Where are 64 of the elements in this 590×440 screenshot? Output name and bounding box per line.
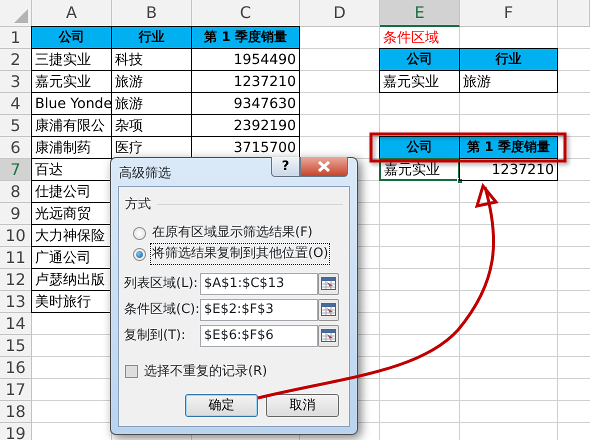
row-header[interactable]: 8	[0, 181, 32, 203]
column-heading-cell: 行业	[459, 48, 558, 71]
close-button[interactable]	[300, 157, 348, 177]
row-header[interactable]: 14	[0, 313, 32, 335]
checkbox[interactable]	[125, 364, 138, 378]
row-header[interactable]: 13	[0, 291, 32, 313]
row-header[interactable]: 5	[0, 115, 32, 137]
row-header[interactable]: 2	[0, 49, 32, 71]
field-label: 条件区域(C):	[124, 300, 200, 319]
table-cell: 1237210	[459, 158, 558, 181]
row-header[interactable]: 6	[0, 137, 32, 159]
range-picker-icon	[321, 277, 336, 290]
row-header[interactable]: 4	[0, 93, 32, 115]
radio-button[interactable]	[133, 248, 146, 260]
range-picker-button[interactable]	[318, 324, 339, 346]
ok-button[interactable]: 确定	[185, 394, 258, 417]
column-header[interactable]: D	[300, 0, 380, 27]
field-label: 列表区域(L):	[124, 274, 199, 293]
column-header[interactable]: E	[380, 0, 460, 27]
range-picker-icon	[321, 329, 336, 342]
row-header[interactable]: 15	[0, 335, 32, 357]
checkbox-label: 选择不重复的记录(R)	[143, 362, 268, 380]
group-label: 方式	[125, 196, 151, 214]
row-header[interactable]: 10	[0, 225, 32, 247]
range-picker-icon	[321, 303, 336, 316]
column-header[interactable]: A	[32, 0, 112, 27]
range-picker-button[interactable]	[318, 298, 339, 320]
sheet-note: 条件区域	[382, 29, 440, 48]
column-heading-cell: 公司	[31, 26, 112, 49]
column-header[interactable]: F	[460, 0, 558, 27]
row-header[interactable]: 9	[0, 203, 32, 225]
close-icon	[317, 161, 331, 172]
row-header[interactable]: 16	[0, 357, 32, 379]
row-header[interactable]: 1	[0, 27, 32, 49]
cancel-button[interactable]: 取消	[266, 394, 339, 417]
input-field[interactable]: $E$6:$F$6	[200, 324, 318, 346]
help-button[interactable]: ?	[271, 157, 300, 177]
row-header[interactable]: 11	[0, 247, 32, 269]
table-cell: 嘉元实业	[379, 70, 460, 93]
row-header[interactable]: 18	[0, 401, 32, 423]
input-field[interactable]: $E$2:$F$3	[200, 298, 318, 320]
input-field[interactable]: $A$1:$C$13	[200, 272, 318, 294]
row-header[interactable]: 17	[0, 379, 32, 401]
column-heading-cell: 第 1 季度销量	[191, 26, 300, 49]
dialog-title: 高级筛选	[119, 165, 171, 183]
radio-label[interactable]: 将筛选结果复制到其他位置(O)	[150, 243, 330, 265]
table-cell: 嘉元实业	[379, 158, 460, 181]
column-heading-cell: 行业	[111, 26, 192, 49]
row-header[interactable]: 3	[0, 71, 32, 93]
field-label: 复制到(T):	[124, 326, 186, 345]
column-heading-cell: 第 1 季度销量	[459, 136, 558, 159]
range-picker-button[interactable]	[318, 272, 339, 294]
column-header[interactable]: C	[192, 0, 300, 27]
column-header[interactable]: B	[112, 0, 192, 27]
column-heading-cell: 公司	[379, 136, 460, 159]
row-header[interactable]: 19	[0, 423, 32, 440]
triangle-icon	[14, 9, 28, 23]
row-header[interactable]: 7	[0, 159, 32, 181]
table-cell: 旅游	[459, 70, 558, 93]
row-header[interactable]: 12	[0, 269, 32, 291]
radio-label[interactable]: 在原有区域显示筛选结果(F)	[150, 222, 315, 244]
column-heading-cell: 公司	[379, 48, 460, 71]
radio-button[interactable]	[133, 226, 146, 240]
table-cell: Blue Yonde	[31, 92, 112, 115]
